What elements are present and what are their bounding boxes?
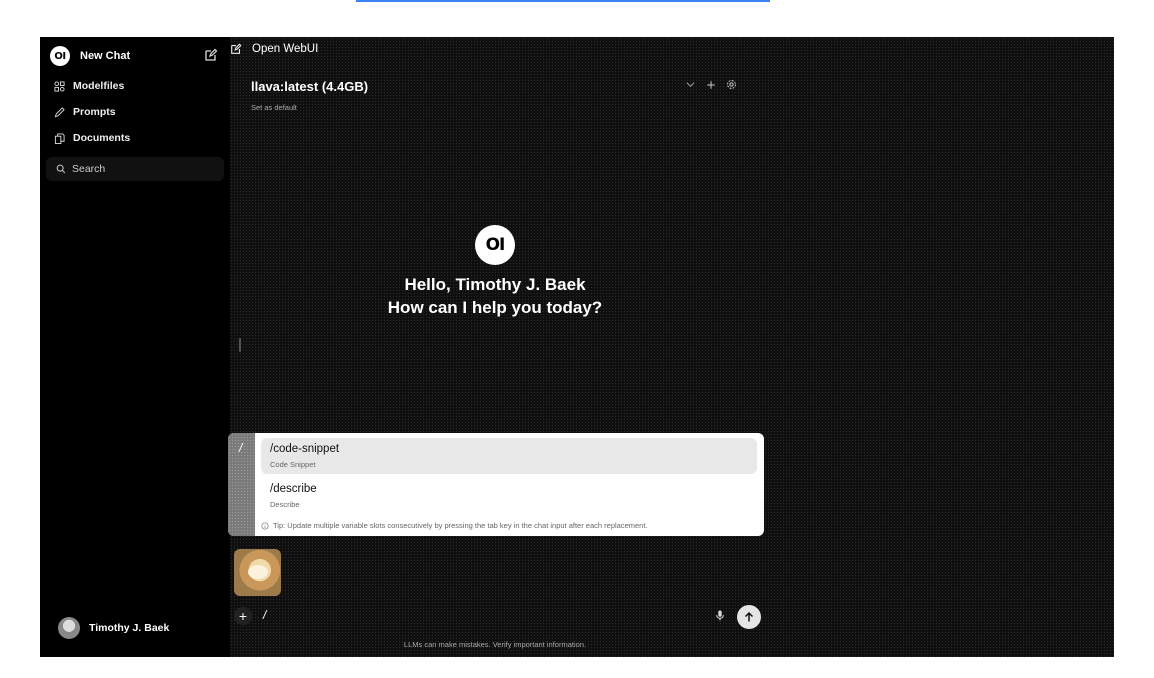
command-popup-side: /	[228, 433, 255, 536]
header-title: Open WebUI	[252, 43, 319, 55]
microphone-icon[interactable]	[715, 609, 725, 622]
command-item-code-snippet[interactable]: /code-snippet Code Snippet	[261, 438, 757, 474]
command-description: Describe	[270, 500, 300, 509]
command-tip: Tip: Update multiple variable slots cons…	[261, 521, 648, 530]
top-progress-line	[356, 0, 770, 2]
avatar	[58, 617, 80, 639]
search-field[interactable]: Search	[46, 157, 224, 181]
command-item-describe[interactable]: /describe Describe	[261, 478, 757, 514]
command-popup: / /code-snippet Code Snippet /describe D…	[228, 433, 764, 536]
new-chat-row[interactable]: OI New Chat	[50, 45, 222, 67]
greeting-subtitle: How can I help you today?	[387, 298, 603, 317]
send-button[interactable]	[737, 605, 761, 629]
gear-icon[interactable]	[726, 79, 737, 90]
command-title: /code-snippet	[270, 443, 340, 455]
sidebar: OI New Chat Modelfiles Prompts Documents…	[40, 37, 230, 657]
hero-logo: OI	[475, 225, 515, 265]
greeting: Hello, Timothy J. Baek	[404, 275, 586, 294]
user-name: Timothy J. Baek	[89, 622, 170, 634]
chat-input[interactable]: /	[263, 608, 266, 622]
sidebar-item-label: Prompts	[73, 106, 116, 118]
sidebar-item-documents[interactable]: Documents	[54, 129, 130, 147]
model-controls	[685, 79, 737, 90]
search-icon	[56, 164, 66, 174]
tip-text: Tip: Update multiple variable slots cons…	[273, 521, 648, 530]
new-chat-icon[interactable]	[230, 43, 242, 55]
info-icon	[261, 521, 269, 530]
attach-button[interactable]: +	[234, 607, 252, 625]
sidebar-resize-handle[interactable]	[239, 338, 241, 352]
pencil-icon	[54, 106, 65, 117]
app-window: OI New Chat Modelfiles Prompts Documents…	[40, 37, 1114, 657]
command-description: Code Snippet	[270, 460, 316, 469]
command-title: /describe	[270, 483, 317, 495]
disclaimer-text: LLMs can make mistakes. Verify important…	[403, 640, 587, 649]
app-logo: OI	[50, 46, 70, 66]
documents-icon	[54, 132, 65, 144]
attached-image-thumbnail[interactable]	[234, 549, 281, 596]
sidebar-item-label: Documents	[73, 132, 131, 144]
compose-icon[interactable]	[204, 48, 218, 62]
search-label: Search	[72, 163, 106, 175]
model-selector[interactable]: llava:latest (4.4GB)	[251, 79, 368, 94]
sidebar-item-label: Modelfiles	[73, 80, 125, 92]
chat-header: Open WebUI	[230, 43, 318, 55]
new-chat-label[interactable]: New Chat	[80, 50, 130, 62]
set-default-link[interactable]: Set as default	[251, 103, 297, 112]
add-model-icon[interactable]	[706, 80, 716, 90]
command-trigger: /	[239, 441, 243, 455]
sidebar-item-modelfiles[interactable]: Modelfiles	[54, 77, 124, 95]
user-menu[interactable]: Timothy J. Baek	[58, 617, 169, 639]
attached-image-content	[248, 565, 268, 579]
modelfiles-icon	[54, 80, 65, 92]
main-area	[230, 37, 1114, 657]
chevron-down-icon[interactable]	[685, 79, 696, 90]
sidebar-item-prompts[interactable]: Prompts	[54, 103, 116, 121]
arrow-up-icon	[744, 611, 754, 622]
